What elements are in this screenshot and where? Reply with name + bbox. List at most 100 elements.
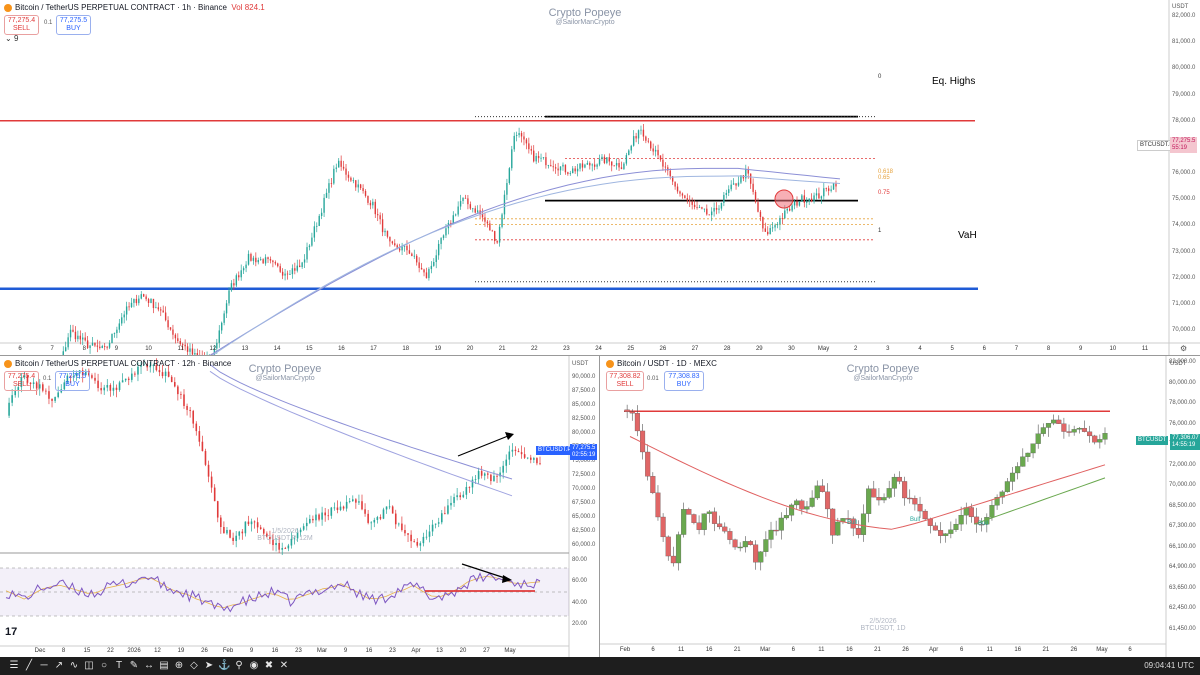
top-time-tick: 12 — [209, 346, 217, 352]
bl-candle — [210, 476, 213, 488]
top-candle — [698, 207, 701, 209]
top-indicators-toggle[interactable]: ⌄ 9 — [5, 34, 18, 43]
top-candle — [99, 346, 101, 349]
bottom-right-chart-pane[interactable]: Bitcoin / USDT · 1D · MEXC 77,308.82 SELL… — [600, 356, 1200, 657]
line-tool-icon[interactable]: ╱ — [23, 660, 35, 672]
magnet-icon[interactable]: ⚓ — [218, 660, 230, 672]
bl-rsi-tick: 20.00 — [572, 621, 588, 627]
top-candle — [328, 183, 330, 193]
top-time-tick: 17 — [370, 346, 377, 352]
text-icon[interactable]: T — [113, 660, 125, 672]
bl-candle — [321, 512, 323, 520]
ruler-icon[interactable]: ▤ — [158, 660, 170, 672]
top-price-tick: 80,000.0 — [1172, 65, 1196, 72]
top-sell-label: SELL — [12, 25, 31, 32]
settings-gear-icon[interactable]: ⚙ — [1180, 344, 1187, 353]
zoom-icon[interactable]: ⊕ — [173, 660, 185, 672]
top-candle — [296, 265, 298, 271]
bl-candle — [394, 513, 397, 525]
top-buy-button[interactable]: 77,275.5 BUY — [56, 15, 91, 35]
br-time-tick: 11 — [986, 647, 993, 653]
bl-candle — [533, 458, 535, 460]
bl-candle — [253, 521, 256, 523]
bl-currency-label[interactable]: USDT — [572, 361, 588, 367]
br-candle — [696, 522, 702, 530]
top-candle — [398, 248, 401, 251]
pattern-icon[interactable]: ◇ — [188, 660, 200, 672]
top-candle — [669, 170, 671, 177]
bottom-left-chart-pane[interactable]: Bitcoin / TetherUS PERPETUAL CONTRACT · … — [0, 356, 600, 657]
top-candle — [408, 250, 411, 254]
lock-icon[interactable]: ⚲ — [233, 660, 245, 672]
top-candle — [347, 174, 350, 178]
top-time-tick: 8 — [82, 346, 86, 352]
br-time-tick: Apr — [928, 647, 939, 653]
trash-icon[interactable]: ✕ — [278, 660, 290, 672]
br-sell-button[interactable]: 77,308.82 SELL — [606, 371, 644, 391]
top-sell-button[interactable]: 77,275.4 SELL — [4, 15, 39, 35]
top-candle — [774, 225, 776, 228]
br-buy-button[interactable]: 77,308.83 BUY — [664, 371, 704, 391]
top-candle — [228, 290, 230, 304]
trend-icon[interactable]: ↗ — [53, 660, 65, 672]
top-candle — [567, 172, 569, 174]
top-candle — [503, 194, 506, 215]
br-symbol-header[interactable]: Bitcoin / USDT · 1D · MEXC — [606, 359, 717, 368]
fib-75-label: 0.75 — [878, 190, 890, 196]
br-brand-handle: @SailorManCrypto — [853, 375, 913, 382]
bl-price-tick: 82,500.0 — [572, 416, 596, 422]
fib-icon[interactable]: ◫ — [83, 660, 95, 672]
liquidity-circle-marker — [774, 189, 794, 209]
cross-icon[interactable]: ✖ — [263, 660, 275, 672]
top-candle — [720, 202, 723, 209]
chart-icon[interactable]: ☰ — [8, 660, 20, 672]
bl-candle — [447, 505, 449, 514]
eye-icon[interactable]: ◉ — [248, 660, 260, 672]
top-price-tick: 79,000.0 — [1172, 91, 1196, 98]
top-moving-average-1 — [209, 167, 841, 355]
path-icon[interactable]: ∿ — [68, 660, 80, 672]
bl-candle — [474, 479, 477, 481]
top-candle — [776, 224, 779, 226]
top-candle — [218, 330, 220, 343]
bl-higher-high-arrow — [457, 435, 509, 457]
top-candle — [264, 257, 267, 264]
top-candle — [160, 309, 162, 311]
bull-label-3: Bull — [978, 521, 989, 527]
top-sell-price: 77,275.4 — [7, 17, 36, 24]
top-time-tick: 23 — [563, 346, 570, 352]
fib-0-label: 0 — [878, 74, 882, 80]
bl-buy-button[interactable]: 77,275.5 BUY — [55, 371, 90, 391]
utc-clock[interactable]: 09:04:41 UTC — [1144, 661, 1194, 670]
horizontal-line-icon[interactable]: ─ — [38, 660, 50, 672]
top-symbol-header[interactable]: Bitcoin / TetherUS PERPETUAL CONTRACT · … — [4, 3, 265, 12]
top-chart-canvas[interactable] — [0, 0, 1200, 355]
bl-candle — [404, 530, 406, 534]
top-currency-label[interactable]: USDT — [1172, 4, 1188, 10]
br-watermark: 2/5/2026 BTCUSDT, 1D — [828, 618, 938, 632]
bottom-right-chart-canvas[interactable] — [600, 356, 1200, 657]
br-sell-price: 77,308.82 — [609, 373, 641, 380]
top-candle — [654, 149, 657, 152]
top-candle — [664, 166, 667, 168]
br-candle — [896, 476, 903, 482]
top-chart-pane[interactable]: Bitcoin / TetherUS PERPETUAL CONTRACT · … — [0, 0, 1200, 356]
brush-icon[interactable]: ✎ — [128, 660, 140, 672]
top-candle — [472, 208, 474, 210]
top-candle — [386, 230, 389, 237]
top-candle — [708, 214, 710, 216]
top-candle — [374, 201, 376, 215]
bottom-left-chart-canvas[interactable] — [0, 356, 599, 657]
bl-candle — [45, 390, 47, 392]
top-candle — [155, 307, 157, 309]
top-candle — [640, 129, 642, 131]
top-candle — [255, 257, 257, 263]
circle-icon[interactable]: ○ — [98, 660, 110, 672]
top-candle — [501, 214, 503, 227]
top-candle — [601, 156, 603, 159]
bl-symbol-header[interactable]: Bitcoin / TetherUS PERPETUAL CONTRACT · … — [4, 359, 231, 368]
bl-sell-button[interactable]: 77,275.4 SELL — [4, 371, 39, 391]
measure-icon[interactable]: ↔ — [143, 660, 155, 672]
top-candle — [684, 195, 686, 199]
arrow-icon[interactable]: ➤ — [203, 660, 215, 672]
